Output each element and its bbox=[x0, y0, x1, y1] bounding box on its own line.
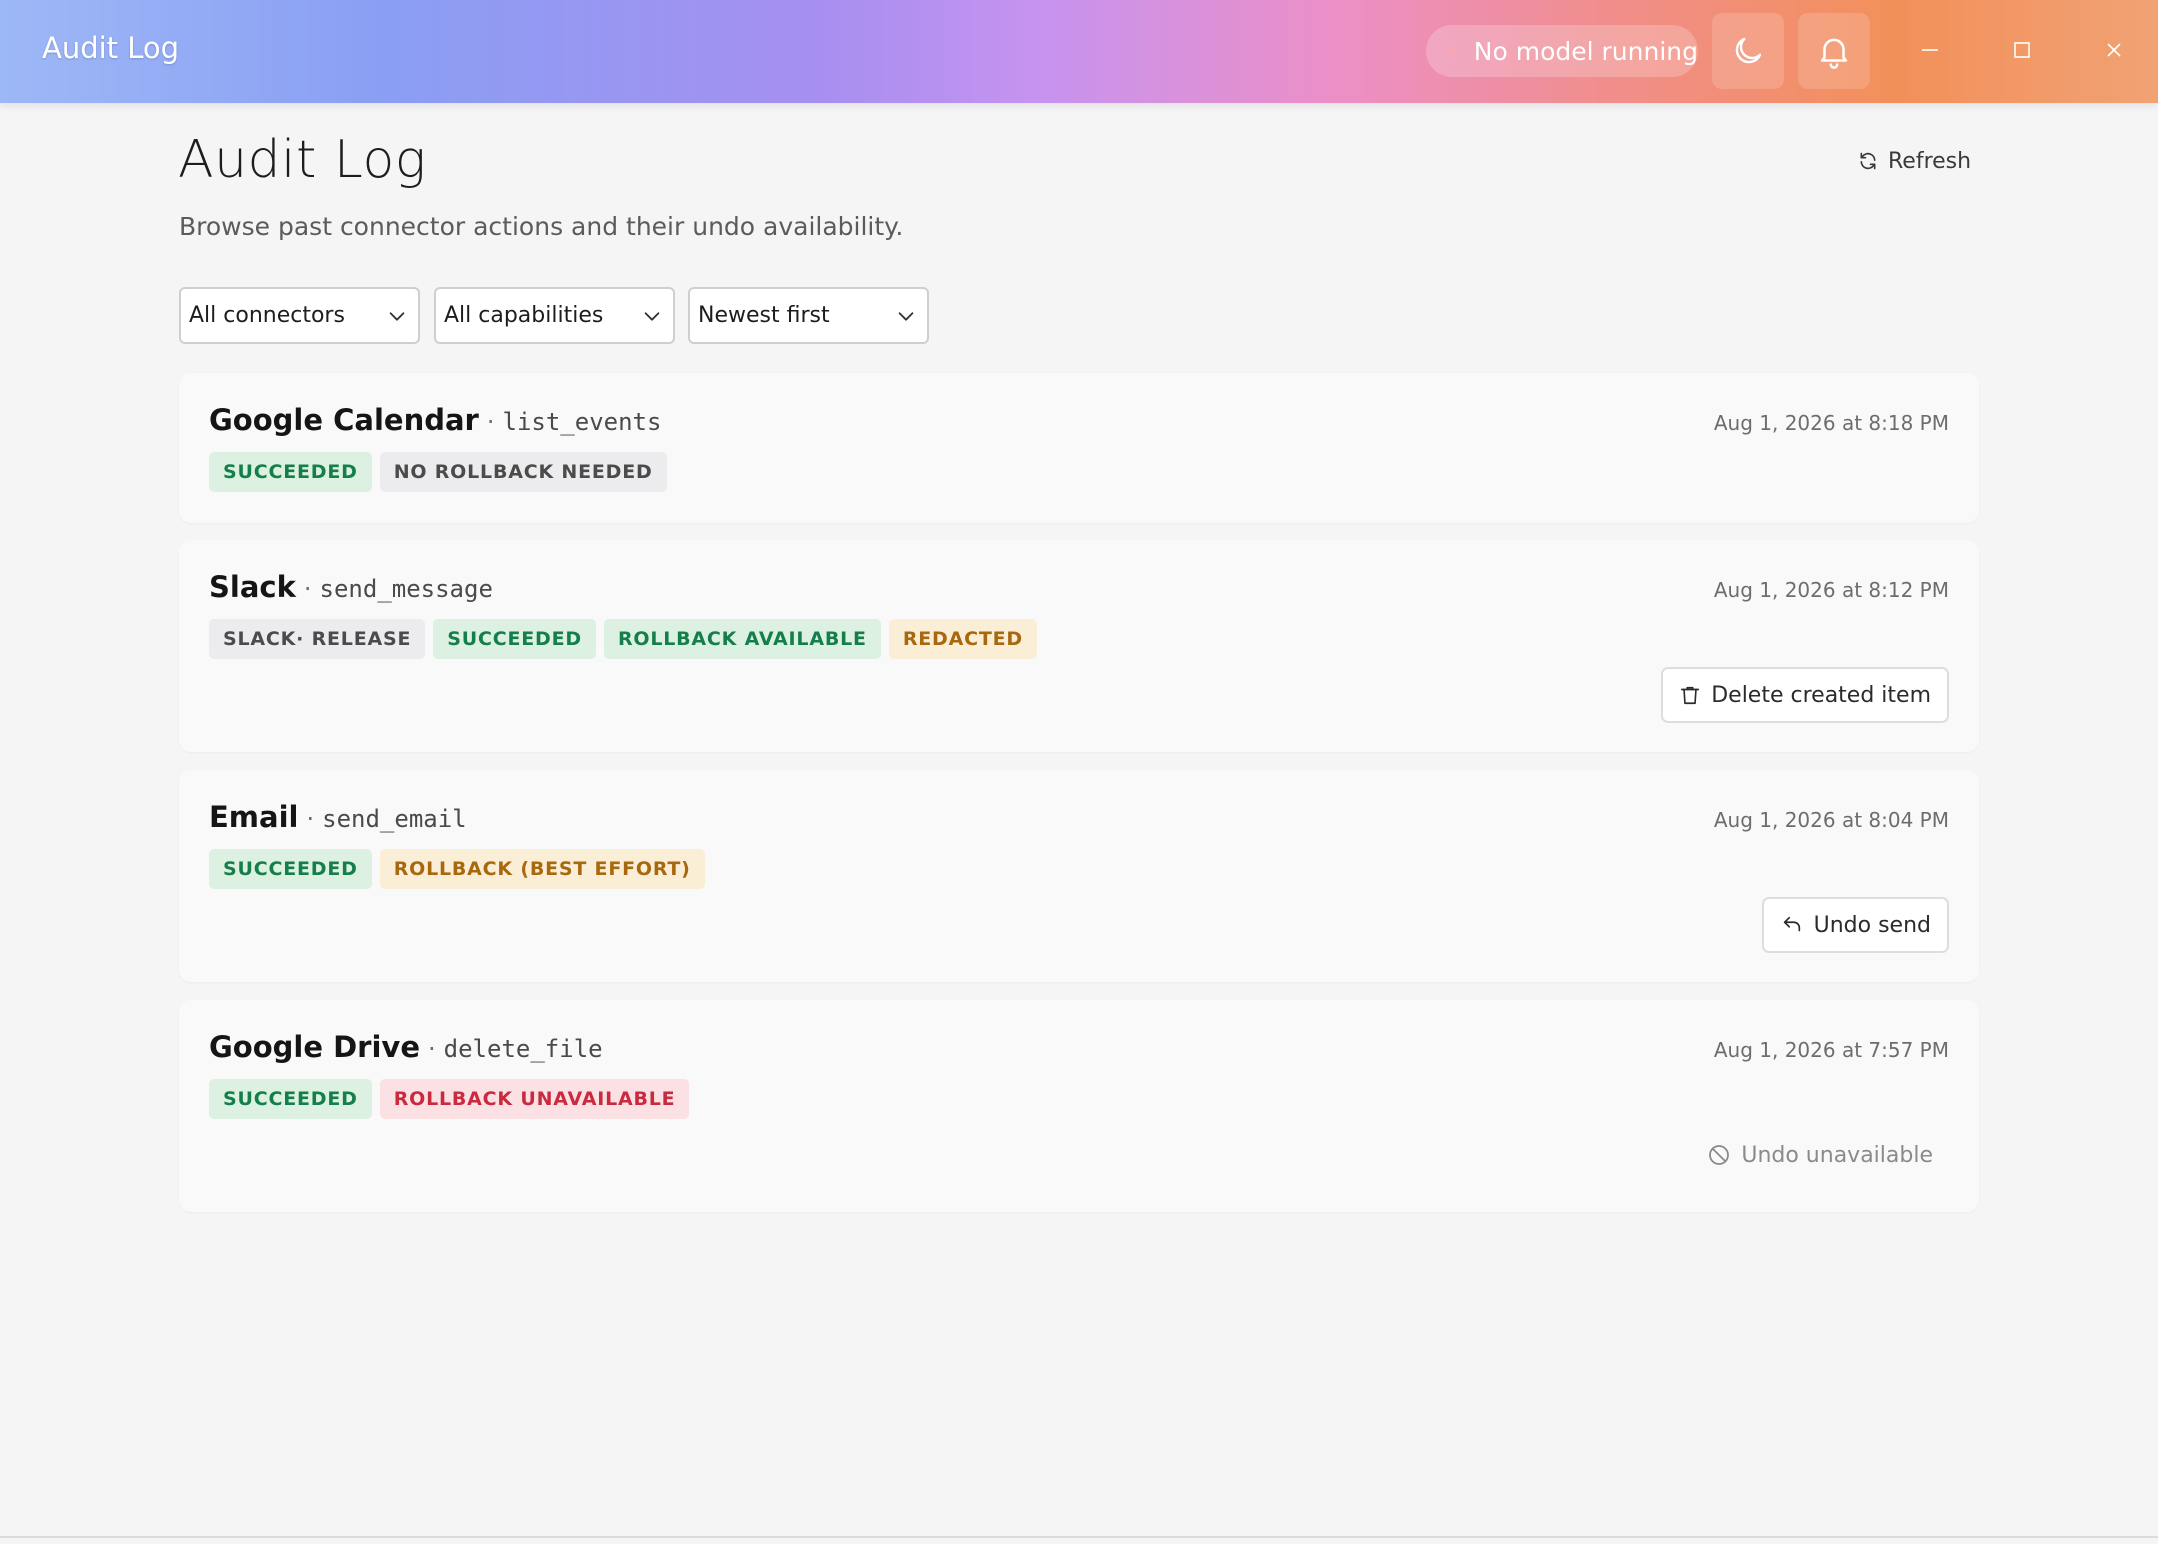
refresh-icon bbox=[1860, 152, 1876, 170]
redacted-badge: REDACTED bbox=[888, 619, 1037, 659]
chevron-down-icon bbox=[898, 311, 914, 321]
capability-name: list_events bbox=[502, 408, 662, 436]
refresh-label: Refresh bbox=[1888, 148, 1972, 174]
entry-timestamp: Aug 1, 2026 at 8:12 PM bbox=[1713, 578, 1949, 602]
trash-icon bbox=[1681, 686, 1700, 705]
minimize-button[interactable] bbox=[1900, 20, 1960, 80]
audit-entry-card: Google Calendar · list_events Aug 1, 202… bbox=[179, 373, 1979, 523]
close-icon bbox=[2107, 43, 2121, 57]
connector-filter-select[interactable]: All connectors bbox=[179, 287, 420, 344]
capability-name: delete_file bbox=[443, 1035, 603, 1063]
status-badge: SUCCEEDED bbox=[209, 452, 372, 492]
entry-heading: Email · send_email bbox=[209, 800, 467, 834]
badge-row: SLACK· RELEASE SUCCEEDED ROLLBACK AVAILA… bbox=[209, 619, 1037, 659]
separator-dot: · bbox=[428, 1035, 436, 1063]
action-label: Undo unavailable bbox=[1741, 1142, 1933, 1168]
maximize-button[interactable] bbox=[1992, 20, 2052, 80]
rollback-badge: ROLLBACK UNAVAILABLE bbox=[379, 1079, 690, 1119]
connector-name: Slack bbox=[209, 570, 296, 604]
page-subtitle: Browse past connector actions and their … bbox=[179, 212, 904, 241]
audit-entry-card: Slack · send_message Aug 1, 2026 at 8:12… bbox=[179, 540, 1979, 752]
entry-timestamp: Aug 1, 2026 at 8:18 PM bbox=[1713, 411, 1949, 435]
badge-row: SUCCEEDED ROLLBACK (BEST EFFORT) bbox=[209, 849, 705, 889]
badge-row: SUCCEEDED NO ROLLBACK NEEDED bbox=[209, 452, 667, 492]
page-title: Audit Log bbox=[178, 130, 427, 190]
capability-filter-select[interactable]: All capabilities bbox=[434, 287, 675, 344]
separator-dot: · bbox=[303, 575, 312, 603]
title-bar: Audit Log No model running bbox=[0, 0, 2158, 103]
capability-name: send_email bbox=[322, 805, 467, 833]
separator-dot: · bbox=[486, 408, 495, 436]
undo-send-button[interactable]: Undo send bbox=[1761, 897, 1949, 953]
model-status-text: No model running bbox=[1473, 36, 1698, 66]
sort-order-value: Newest first bbox=[698, 303, 830, 328]
status-badge: SUCCEEDED bbox=[209, 849, 372, 889]
status-badge: SUCCEEDED bbox=[209, 1079, 372, 1119]
audit-entry-card: Email · send_email Aug 1, 2026 at 8:04 P… bbox=[179, 770, 1979, 982]
sort-order-select[interactable]: Newest first bbox=[688, 287, 929, 344]
maximize-icon bbox=[2014, 42, 2030, 58]
entry-timestamp: Aug 1, 2026 at 7:57 PM bbox=[1713, 1038, 1949, 1062]
connector-name: Google Calendar bbox=[209, 403, 479, 437]
rollback-badge: ROLLBACK AVAILABLE bbox=[603, 619, 881, 659]
delete-created-item-button[interactable]: Delete created item bbox=[1661, 667, 1949, 723]
minimize-icon bbox=[1922, 49, 1938, 51]
entry-heading: Slack · send_message bbox=[209, 570, 493, 604]
action-label: Delete created item bbox=[1711, 682, 1931, 708]
audit-entry-card: Google Drive · delete_file Aug 1, 2026 a… bbox=[179, 1000, 1979, 1212]
connector-name: Email bbox=[209, 800, 299, 834]
channel-badge: SLACK· RELEASE bbox=[209, 619, 426, 659]
entry-heading: Google Calendar · list_events bbox=[209, 403, 661, 437]
refresh-button[interactable]: Refresh bbox=[1858, 143, 1971, 179]
undo-icon bbox=[1783, 916, 1800, 932]
status-dot-icon bbox=[1446, 44, 1459, 58]
undo-unavailable-indicator: Undo unavailable bbox=[1707, 1135, 1933, 1175]
separator-dot: · bbox=[306, 805, 315, 833]
ban-icon bbox=[1709, 1145, 1730, 1165]
capability-name: send_message bbox=[319, 575, 493, 603]
entry-heading: Google Drive · delete_file bbox=[209, 1030, 603, 1064]
status-badge: SUCCEEDED bbox=[433, 619, 596, 659]
action-label: Undo send bbox=[1813, 912, 1931, 938]
close-button[interactable] bbox=[2084, 20, 2144, 80]
connector-filter-value: All connectors bbox=[189, 303, 345, 328]
entry-timestamp: Aug 1, 2026 at 8:04 PM bbox=[1713, 808, 1949, 832]
theme-toggle-button[interactable] bbox=[1712, 13, 1784, 89]
connector-name: Google Drive bbox=[209, 1030, 421, 1064]
chevron-down-icon bbox=[389, 311, 405, 321]
badge-row: SUCCEEDED ROLLBACK UNAVAILABLE bbox=[209, 1079, 690, 1119]
capability-filter-value: All capabilities bbox=[444, 303, 604, 328]
moon-icon bbox=[1735, 37, 1762, 64]
chevron-down-icon bbox=[644, 311, 660, 321]
rollback-badge: ROLLBACK (BEST EFFORT) bbox=[379, 849, 705, 889]
rollback-badge: NO ROLLBACK NEEDED bbox=[379, 452, 667, 492]
notifications-button[interactable] bbox=[1798, 13, 1870, 89]
window-bottom-divider bbox=[0, 1536, 2158, 1538]
window-title: Audit Log bbox=[42, 31, 180, 65]
model-status-pill[interactable]: No model running bbox=[1426, 25, 1698, 77]
bell-icon bbox=[1820, 38, 1848, 69]
